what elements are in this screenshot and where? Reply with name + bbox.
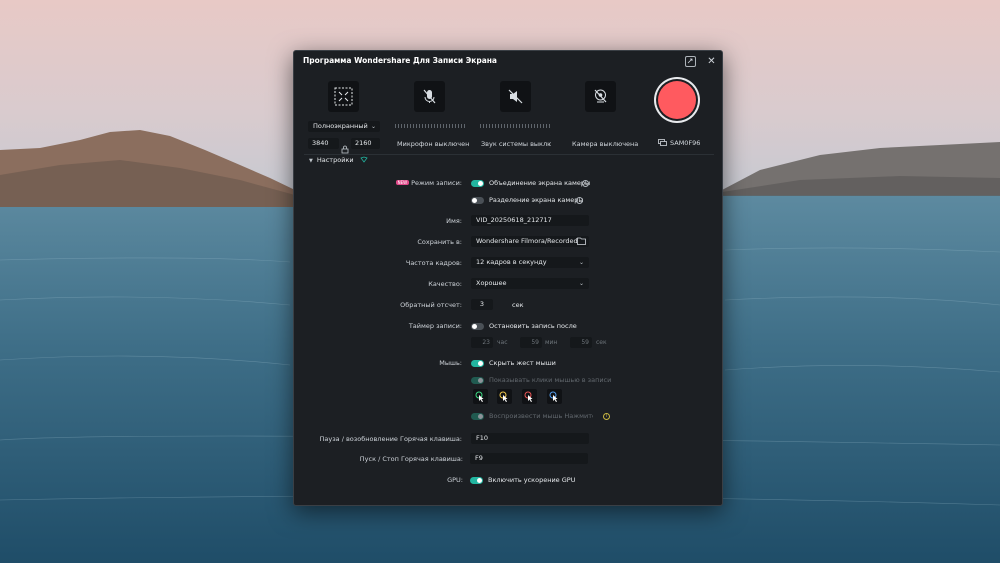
hours-unit: час (497, 339, 508, 346)
frame-rate-dropdown[interactable]: 12 кадров в секунду ⌄ (471, 257, 589, 268)
chevron-down-icon: ⌄ (578, 259, 584, 266)
settings-section-toggle[interactable]: ▼ Настройки (309, 156, 368, 164)
timer-toggle[interactable] (471, 323, 484, 330)
system-audio-label: Звук системы выключен (481, 140, 551, 148)
mic-off-icon[interactable] (414, 81, 445, 112)
chevron-down-icon: ⌄ (370, 123, 376, 130)
hide-gesture-toggle[interactable] (471, 360, 484, 367)
record-button[interactable] (658, 81, 696, 119)
save-path-value: Wondershare Filmora/Recorded (476, 237, 578, 245)
info-icon[interactable]: i (603, 413, 610, 420)
quality-dropdown[interactable]: Хорошее ⌄ (471, 278, 589, 289)
title-bar: Программа Wondershare Для Записи Экрана … (294, 51, 722, 73)
screen-capture-icon[interactable] (328, 81, 359, 112)
record-mode-label-text: Режим записи: (411, 179, 462, 187)
monitor-icon (658, 139, 667, 146)
pause-hotkey-label: Пауза / возобновление Горячая клавиша: (319, 435, 463, 443)
timer-seconds-input[interactable]: 59 (570, 337, 592, 348)
hide-gesture-label: Скрыть жест мыши (489, 359, 556, 367)
save-to-label: Сохранить в: (417, 238, 462, 246)
width-input[interactable]: 3840 (308, 138, 339, 149)
cursor-style-yellow[interactable] (497, 389, 512, 404)
split-camera-toggle[interactable] (471, 197, 484, 204)
timer-minutes-input[interactable]: 59 (520, 337, 542, 348)
minutes-unit: мин (545, 339, 558, 346)
cursor-style-blue[interactable] (547, 389, 562, 404)
chevron-down-icon: ⌄ (578, 280, 584, 287)
merge-camera-label: Объединение экрана камеры (489, 179, 591, 187)
window-title: Программа Wondershare Для Записи Экрана (303, 56, 497, 65)
name-label: Имя: (446, 217, 462, 225)
monitor-selector[interactable]: SAM0F96 (658, 139, 700, 147)
quality-label: Качество: (428, 280, 462, 288)
merge-camera-toggle[interactable] (471, 180, 484, 187)
click-sound-label: Воспроизвести мышь Нажмите звук (489, 412, 593, 420)
capture-mode-dropdown[interactable]: Полноэкранный ⌄ (308, 121, 380, 132)
speaker-off-icon[interactable] (500, 81, 531, 112)
folder-icon[interactable] (577, 237, 586, 245)
caret-down-icon: ▼ (309, 158, 313, 164)
capture-mode-value: Полноэкранный (313, 122, 368, 130)
file-name-input[interactable]: VID_20250618_212717 (471, 215, 589, 226)
frame-rate-label: Частота кадров: (405, 259, 462, 267)
mouse-label: Мышь: (439, 359, 462, 367)
height-input[interactable]: 2160 (351, 138, 380, 149)
new-badge: NEW (395, 180, 410, 185)
timer-label: Таймер записи: (408, 322, 462, 330)
seconds-unit: сек (596, 339, 607, 346)
divider (304, 154, 714, 155)
timer-hours-input[interactable]: 23 (471, 337, 493, 348)
record-mode-label: NEW Режим записи: (292, 179, 462, 187)
info-icon[interactable]: i (582, 180, 589, 187)
countdown-label: Обратный отсчет: (400, 301, 462, 309)
monitor-label: SAM0F96 (670, 139, 701, 147)
screenshot-icon[interactable] (685, 56, 696, 67)
settings-header-label: Настройки (316, 156, 354, 164)
close-icon[interactable]: ✕ (705, 55, 718, 68)
camera-off-icon[interactable] (585, 81, 616, 112)
timer-option-label: Остановить запись после (489, 322, 577, 330)
cursor-style-green[interactable] (473, 389, 488, 404)
info-icon[interactable]: i (576, 197, 583, 204)
recorder-window: Программа Wondershare Для Записи Экрана … (293, 50, 723, 506)
frame-rate-value: 12 кадров в секунду (476, 258, 547, 266)
click-sound-toggle[interactable] (471, 413, 484, 420)
show-clicks-toggle[interactable] (471, 377, 484, 384)
show-clicks-label: Показывать клики мышью в записи (489, 376, 612, 384)
mic-label: Микрофон выключен (397, 140, 470, 148)
mic-level-meter (395, 124, 465, 128)
premium-icon (360, 156, 368, 163)
camera-label: Камера выключена (572, 140, 639, 148)
quality-value: Хорошее (476, 279, 507, 287)
cursor-style-red[interactable] (522, 389, 537, 404)
countdown-input[interactable]: 3 (471, 299, 493, 310)
save-path-input[interactable]: Wondershare Filmora/Recorded (471, 236, 589, 247)
system-audio-level-meter (480, 124, 550, 128)
pause-hotkey-input[interactable]: F10 (471, 433, 589, 444)
split-camera-label: Разделение экрана камеры (489, 196, 584, 204)
countdown-unit: сек (512, 301, 524, 309)
